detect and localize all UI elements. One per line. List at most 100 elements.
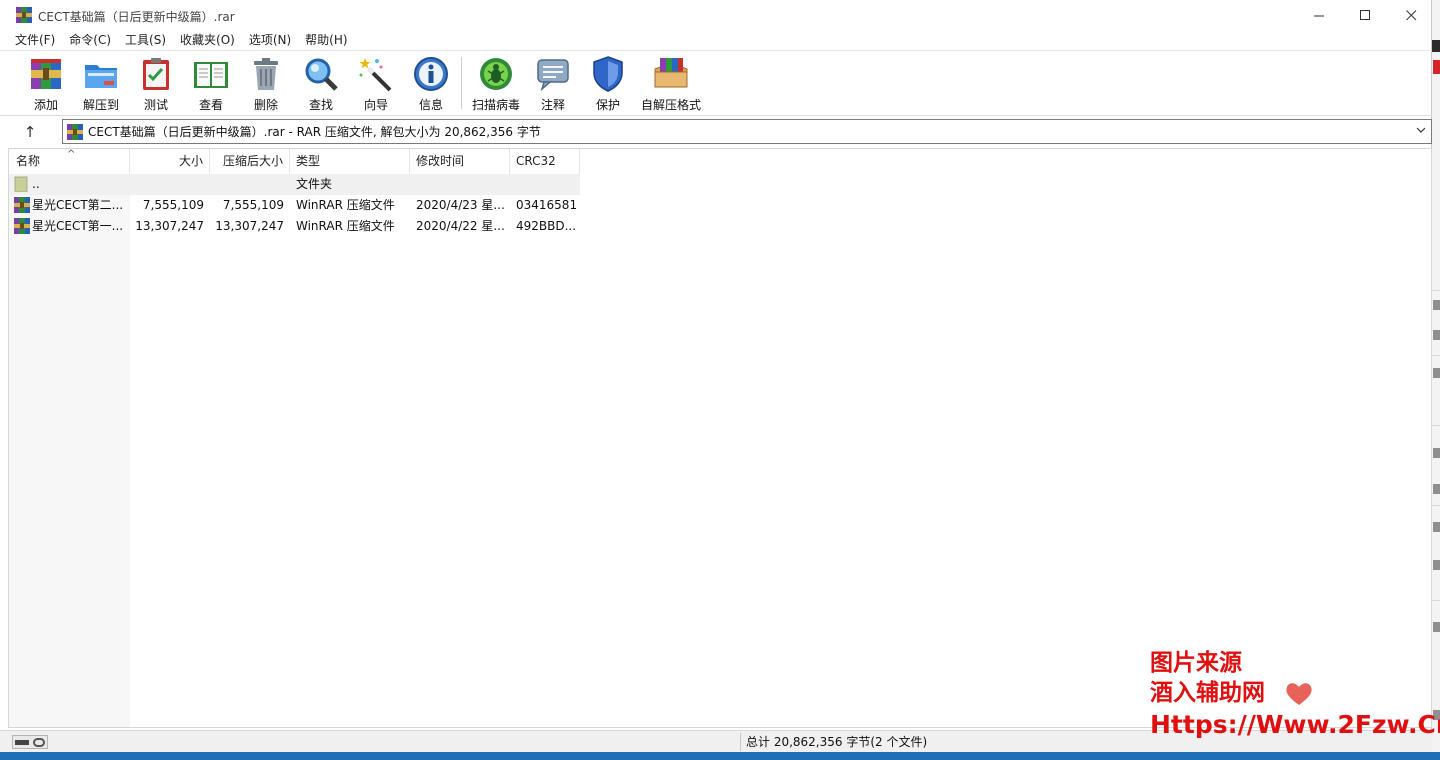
trash-icon [254,58,278,90]
column-header-size[interactable]: 大小 [130,149,210,174]
row-type: WinRAR 压缩文件 [296,219,395,233]
info-icon [414,57,448,91]
view-button[interactable]: 查看 [183,55,239,113]
virus-scan-button[interactable]: 扫描病毒 [468,55,524,113]
rar-file-icon [14,218,30,234]
row-crc: 492BBD... [516,219,577,233]
add-button[interactable]: 添加 [18,55,74,113]
row-name: 星光CECT第一... [32,219,124,233]
menu-commands[interactable]: 命令(C) [62,30,118,50]
magnifier-icon [305,58,338,91]
row-name: .. [32,177,40,191]
status-lock-key-icon [12,735,48,749]
column-header-type[interactable]: 类型 [290,149,410,174]
view-label: 查看 [198,98,223,112]
add-label: 添加 [33,98,58,112]
extract-to-label: 解压到 [82,98,119,112]
wizard-wand-icon [359,58,392,92]
menu-favorites[interactable]: 收藏夹(O) [173,30,242,50]
folder-icon [14,176,28,192]
row-size [130,174,204,195]
protect-button[interactable]: 保护 [580,55,636,113]
name-column-shade [9,174,130,727]
find-label: 查找 [308,98,333,112]
comment-button[interactable]: 注释 [525,55,581,113]
watermark-line1: 图片来源 [1150,650,1242,676]
sfx-box-icon [654,58,688,88]
menu-tools[interactable]: 工具(S) [118,30,173,50]
window-title: CECT基础篇（日后更新中级篇）.rar [38,10,235,24]
column-header-modified[interactable]: 修改时间 [410,149,510,174]
minimize-button[interactable] [1296,0,1342,30]
background-window-edge [1432,0,1440,760]
heart-icon [1286,683,1312,705]
comment-label: 注释 [540,98,565,112]
close-button[interactable] [1388,0,1434,30]
menu-bar: 文件(F) 命令(C) 工具(S) 收藏夹(O) 选项(N) 帮助(H) [0,30,1432,50]
row-type: WinRAR 压缩文件 [296,198,395,212]
table-row-parent[interactable]: .. 文件夹 [9,174,580,195]
sfx-button[interactable]: 自解压格式 [641,55,702,113]
delete-button[interactable]: 删除 [238,55,294,113]
test-clipboard-icon [143,58,169,90]
close-icon [1405,9,1416,20]
delete-label: 删除 [253,98,278,112]
row-size: 7,555,109 [142,198,204,212]
table-row[interactable]: 星光CECT第一... 13,307,247 13,307,247 WinRAR… [9,216,580,237]
menu-file[interactable]: 文件(F) [8,30,62,50]
chevron-down-icon[interactable] [1415,124,1427,136]
wizard-button[interactable]: 向导 [348,55,404,113]
row-name: 星光CECT第二... [32,198,124,212]
minimize-icon [1313,15,1324,16]
info-label: 信息 [418,98,443,112]
comment-icon [537,59,569,92]
column-header-row: 名称 ^ 大小 压缩后大小 类型 修改时间 CRC32 [9,149,1431,174]
taskbar-edge [0,752,1440,760]
status-total: 总计 20,862,356 字节(2 个文件) [746,735,928,749]
column-header-crc32[interactable]: CRC32 [510,149,580,174]
wizard-label: 向导 [363,98,388,112]
status-separator [740,733,741,751]
title-bar[interactable]: CECT基础篇（日后更新中级篇）.rar [0,0,1432,30]
menu-options[interactable]: 选项(N) [242,30,298,50]
column-header-packed[interactable]: 压缩后大小 [210,149,290,174]
row-crc: 03416581 [516,198,578,212]
rar-file-icon [14,197,30,213]
address-row: ↑ CECT基础篇（日后更新中级篇）.rar - RAR 压缩文件, 解包大小为… [0,118,1432,146]
column-name-label: 名称 [16,154,41,168]
test-button[interactable]: 测试 [128,55,184,113]
winrar-app-icon [16,7,32,23]
winrar-window: CECT基础篇（日后更新中级篇）.rar 文件(F) 命令(C) 工具(S) 收… [0,0,1432,752]
extract-folder-icon [85,65,117,88]
watermark-url: Https://Www.2Fzw.Cn [1150,710,1440,739]
info-button[interactable]: 信息 [403,55,459,113]
rar-archive-icon [67,123,83,140]
row-packed: 7,555,109 [222,198,284,212]
sort-ascending-icon: ^ [67,149,76,160]
virus-scan-label: 扫描病毒 [471,98,520,112]
extract-to-button[interactable]: 解压到 [73,55,129,113]
row-size: 13,307,247 [135,219,204,233]
find-button[interactable]: 查找 [293,55,349,113]
test-label: 测试 [143,98,168,112]
shield-icon [593,56,623,92]
row-packed [210,174,284,195]
toolbar-separator [461,57,462,109]
menu-help[interactable]: 帮助(H) [298,30,354,50]
watermark: 图片来源 酒入辅助网 Https://Www.2Fzw.Cn [1150,648,1440,742]
row-packed: 13,307,247 [215,219,284,233]
maximize-icon [1359,9,1370,20]
file-list[interactable]: 名称 ^ 大小 压缩后大小 类型 修改时间 CRC32 .. 文件夹 星光CEC… [8,148,1432,728]
column-header-name[interactable]: 名称 ^ [9,149,130,174]
row-crc [516,174,580,195]
sfx-label: 自解压格式 [641,98,702,112]
address-text: CECT基础篇（日后更新中级篇）.rar - RAR 压缩文件, 解包大小为 2… [88,125,541,139]
maximize-button[interactable] [1342,0,1388,30]
row-modified: 2020/4/23 星... [416,198,505,212]
row-modified: 2020/4/22 星... [416,219,505,233]
up-folder-button[interactable]: ↑ [20,122,40,142]
row-type: 文件夹 [296,177,333,191]
table-row[interactable]: 星光CECT第二... 7,555,109 7,555,109 WinRAR 压… [9,195,580,216]
add-archive-icon [31,59,61,89]
address-bar[interactable]: CECT基础篇（日后更新中级篇）.rar - RAR 压缩文件, 解包大小为 2… [62,119,1432,144]
